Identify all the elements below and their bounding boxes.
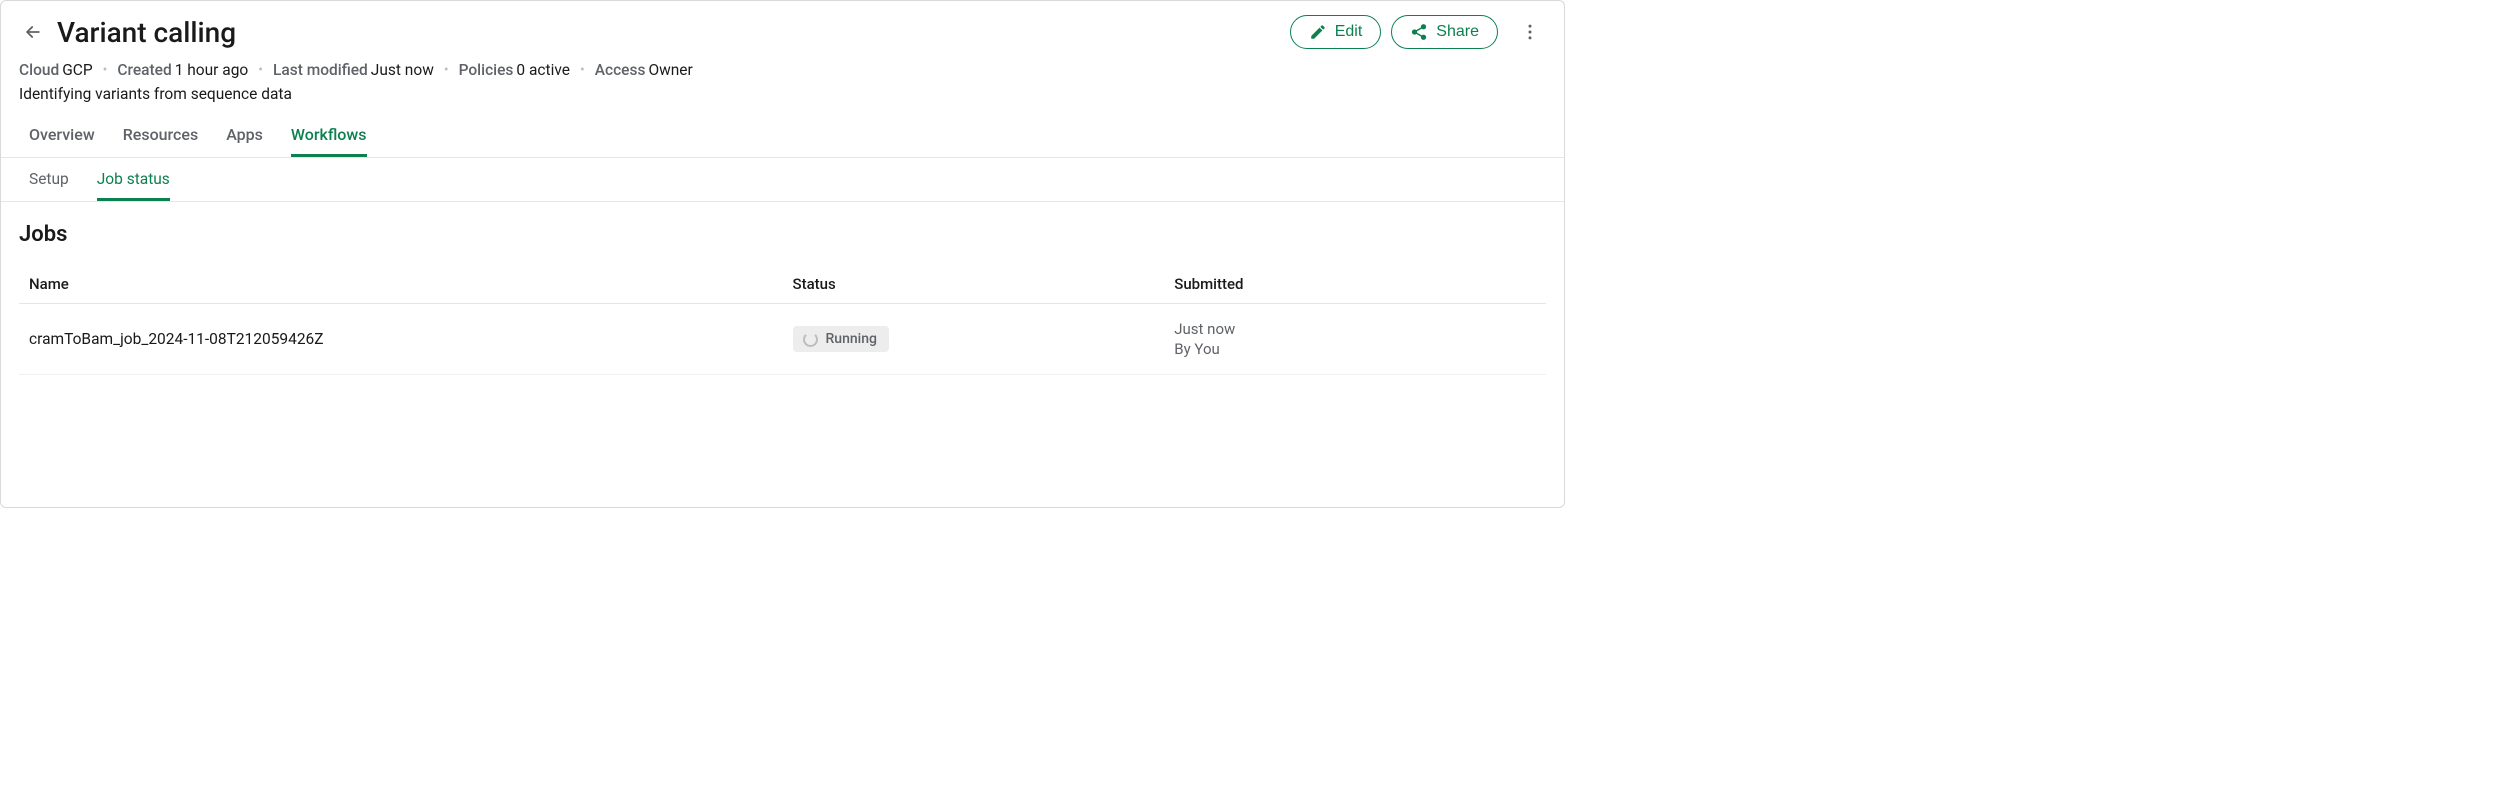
tab-apps[interactable]: Apps <box>226 125 263 157</box>
jobs-section-title: Jobs <box>19 222 1546 247</box>
status-badge-label: Running <box>826 331 877 347</box>
share-button-label: Share <box>1436 23 1479 41</box>
separator-dot: • <box>258 62 263 78</box>
edit-button[interactable]: Edit <box>1290 15 1382 49</box>
secondary-tabs: Setup Job status <box>1 158 1564 202</box>
arrow-left-icon <box>23 22 43 42</box>
meta-access: AccessOwner <box>595 61 693 79</box>
kebab-icon <box>1520 22 1540 42</box>
page-title: Variant calling <box>57 16 1290 49</box>
workspace-description: Identifying variants from sequence data <box>1 79 1564 103</box>
status-badge: Running <box>793 326 889 352</box>
workspace-frame: Variant calling Edit Share <box>0 0 1565 508</box>
tab-workflows[interactable]: Workflows <box>291 125 367 157</box>
header-actions: Edit Share <box>1290 15 1546 49</box>
tab-setup[interactable]: Setup <box>29 170 69 201</box>
table-row[interactable]: cramToBam_job_2024-11-08T212059426Z Runn… <box>19 304 1546 375</box>
more-menu-button[interactable] <box>1514 16 1546 48</box>
header: Variant calling Edit Share <box>1 1 1564 57</box>
submitted-time: Just now <box>1174 320 1536 338</box>
back-button[interactable] <box>19 18 47 46</box>
tab-job-status[interactable]: Job status <box>97 170 170 201</box>
submitted-by: By You <box>1174 340 1536 358</box>
pencil-icon <box>1309 23 1327 41</box>
tab-resources[interactable]: Resources <box>123 125 199 157</box>
column-header-submitted[interactable]: Submitted <box>1164 265 1546 304</box>
meta-modified: Last modifiedJust now <box>273 61 434 79</box>
separator-dot: • <box>444 62 449 78</box>
spinner-icon <box>803 332 818 347</box>
meta-cloud: CloudGCP <box>19 61 93 79</box>
job-status-cell: Running <box>783 304 1165 375</box>
meta-row: CloudGCP • Created1 hour ago • Last modi… <box>1 57 1564 79</box>
share-icon <box>1410 23 1428 41</box>
primary-tabs: Overview Resources Apps Workflows <box>1 103 1564 158</box>
jobs-table: Name Status Submitted cramToBam_job_2024… <box>19 265 1546 375</box>
tab-overview[interactable]: Overview <box>29 125 95 157</box>
meta-policies: Policies0 active <box>459 61 570 79</box>
separator-dot: • <box>580 62 585 78</box>
column-header-name[interactable]: Name <box>19 265 783 304</box>
share-button[interactable]: Share <box>1391 15 1498 49</box>
job-submitted-cell: Just now By You <box>1164 304 1546 375</box>
content-area: Jobs Name Status Submitted cramToBam_job… <box>1 202 1564 395</box>
edit-button-label: Edit <box>1335 23 1363 41</box>
job-name-cell: cramToBam_job_2024-11-08T212059426Z <box>19 304 783 375</box>
separator-dot: • <box>103 62 108 78</box>
meta-created: Created1 hour ago <box>117 61 248 79</box>
column-header-status[interactable]: Status <box>783 265 1165 304</box>
